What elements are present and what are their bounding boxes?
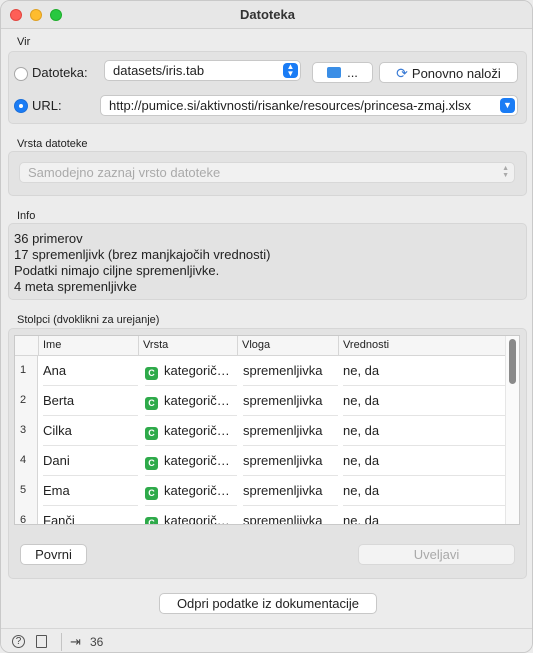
status-divider <box>61 633 62 651</box>
cell-type[interactable]: Ckategorič… <box>145 446 237 476</box>
categorical-icon: C <box>145 397 158 410</box>
categorical-icon: C <box>145 427 158 440</box>
file-type-value: Samodejno zaznaj vrsto datoteke <box>28 165 221 180</box>
file-path-combo[interactable]: datasets/iris.tab ▲ ▼ <box>104 60 301 81</box>
browse-button-label: ... <box>347 65 358 80</box>
cell-type[interactable]: Ckategorič… <box>145 386 237 416</box>
cell-values[interactable]: ne, da <box>343 416 507 446</box>
cell-type-label: kategorič… <box>164 423 230 438</box>
chevron-down-icon: ▼ <box>500 98 515 113</box>
cell-type[interactable]: Ckategorič… <box>145 476 237 506</box>
output-icon: ⇥ <box>70 634 81 649</box>
browse-documentation-datasets-button[interactable]: Odpri podatke iz dokumentacije <box>159 593 377 614</box>
cell-role[interactable]: spremenljivka <box>243 416 338 446</box>
row-number: 2 <box>15 386 38 416</box>
url-combo[interactable]: http://pumice.si/aktivnosti/risanke/reso… <box>100 95 518 116</box>
help-icon[interactable]: ? <box>12 635 25 648</box>
header-type[interactable]: Vrsta <box>138 336 237 356</box>
table-header: Ime Vrsta Vloga Vrednosti <box>15 336 507 356</box>
chevron-updown-icon: ▲ ▼ <box>502 165 509 179</box>
output-count: 36 <box>90 635 104 649</box>
document-icon[interactable] <box>36 635 47 648</box>
header-values[interactable]: Vrednosti <box>338 336 507 356</box>
file-radio[interactable] <box>14 67 28 81</box>
url-radio[interactable] <box>14 99 28 113</box>
window-title: Datoteka <box>240 7 295 22</box>
cell-role[interactable]: spremenljivka <box>243 356 338 386</box>
table-row[interactable]: 5 Ema Ckategorič… spremenljivka ne, da <box>15 476 507 506</box>
cell-role[interactable]: spremenljivka <box>243 506 338 524</box>
info-instances: 36 primerov <box>14 231 83 246</box>
reload-button-label: Ponovno naloži <box>411 66 501 81</box>
row-number: 5 <box>15 476 38 506</box>
cell-type[interactable]: Ckategorič… <box>145 416 237 446</box>
header-role[interactable]: Vloga <box>237 336 338 356</box>
header-name[interactable]: Ime <box>38 336 138 356</box>
cell-name[interactable]: Fanči <box>43 506 138 524</box>
columns-section-label: Stolpci (dvoklikni za urejanje) <box>17 314 160 326</box>
reload-button[interactable]: ⟳ Ponovno naloži <box>379 62 518 83</box>
file-radio-label: Datoteka: <box>32 65 88 80</box>
browse-button[interactable]: ... <box>312 62 373 83</box>
cell-name[interactable]: Dani <box>43 446 138 476</box>
table-scrollbar[interactable] <box>505 336 519 524</box>
cell-type-label: kategorič… <box>164 393 230 408</box>
file-path-value: datasets/iris.tab <box>113 63 205 78</box>
reload-icon: ⟳ <box>396 65 408 81</box>
categorical-icon: C <box>145 517 158 524</box>
info-meta: 4 meta spremenljivke <box>14 279 137 294</box>
categorical-icon: C <box>145 367 158 380</box>
title-bar: Datoteka <box>1 1 532 29</box>
cell-role[interactable]: spremenljivka <box>243 446 338 476</box>
cell-type-label: kategorič… <box>164 363 230 378</box>
table-row[interactable]: 3 Cilka Ckategorič… spremenljivka ne, da <box>15 416 507 446</box>
folder-icon <box>327 67 342 78</box>
row-number: 6 <box>15 506 38 524</box>
row-number: 3 <box>15 416 38 446</box>
table-row[interactable]: 6 Fanči Ckategorič… spremenljivka ne, da <box>15 506 507 525</box>
cell-role[interactable]: spremenljivka <box>243 476 338 506</box>
row-number: 4 <box>15 446 38 476</box>
row-number: 1 <box>15 356 38 386</box>
cell-name[interactable]: Ema <box>43 476 138 506</box>
row-number-header <box>15 336 38 356</box>
cell-values[interactable]: ne, da <box>343 386 507 416</box>
cell-values[interactable]: ne, da <box>343 476 507 506</box>
cell-values[interactable]: ne, da <box>343 506 507 524</box>
table-row[interactable]: 4 Dani Ckategorič… spremenljivka ne, da <box>15 446 507 476</box>
cell-type-label: kategorič… <box>164 513 230 525</box>
cell-name[interactable]: Ana <box>43 356 138 386</box>
cell-type-label: kategorič… <box>164 483 230 498</box>
cell-name[interactable]: Berta <box>43 386 138 416</box>
info-target: Podatki nimajo ciljne spremenljivke. <box>14 263 220 278</box>
info-variables: 17 spremenljivk (brez manjkajočih vredno… <box>14 247 271 262</box>
cell-values[interactable]: ne, da <box>343 356 507 386</box>
file-widget-window: Datoteka Vir Datoteka: datasets/iris.tab… <box>0 0 533 653</box>
chevron-updown-icon: ▲ ▼ <box>283 63 298 78</box>
cell-role[interactable]: spremenljivka <box>243 386 338 416</box>
cell-type[interactable]: Ckategorič… <box>145 356 237 386</box>
columns-table[interactable]: Ime Vrsta Vloga Vrednosti 1 Ana Ckategor… <box>14 335 520 525</box>
reset-button[interactable]: Povrni <box>20 544 87 565</box>
url-radio-label: URL: <box>32 98 62 113</box>
table-row[interactable]: 1 Ana Ckategorič… spremenljivka ne, da <box>15 356 507 386</box>
cell-type[interactable]: Ckategorič… <box>145 506 237 525</box>
cell-values[interactable]: ne, da <box>343 446 507 476</box>
file-type-combo[interactable]: Samodejno zaznaj vrsto datoteke ▲ ▼ <box>19 162 515 183</box>
url-value: http://pumice.si/aktivnosti/risanke/reso… <box>109 98 471 113</box>
source-section-label: Vir <box>17 36 31 48</box>
categorical-icon: C <box>145 457 158 470</box>
categorical-icon: C <box>145 487 158 500</box>
file-type-section-label: Vrsta datoteke <box>17 138 88 150</box>
cell-name[interactable]: Cilka <box>43 416 138 446</box>
apply-button[interactable]: Uveljavi <box>358 544 515 565</box>
table-scrollbar-thumb[interactable] <box>509 339 516 384</box>
cell-type-label: kategorič… <box>164 453 230 468</box>
info-section-label: Info <box>17 210 36 222</box>
status-bar: ? ⇥ 36 <box>1 628 532 652</box>
table-row[interactable]: 2 Berta Ckategorič… spremenljivka ne, da <box>15 386 507 416</box>
